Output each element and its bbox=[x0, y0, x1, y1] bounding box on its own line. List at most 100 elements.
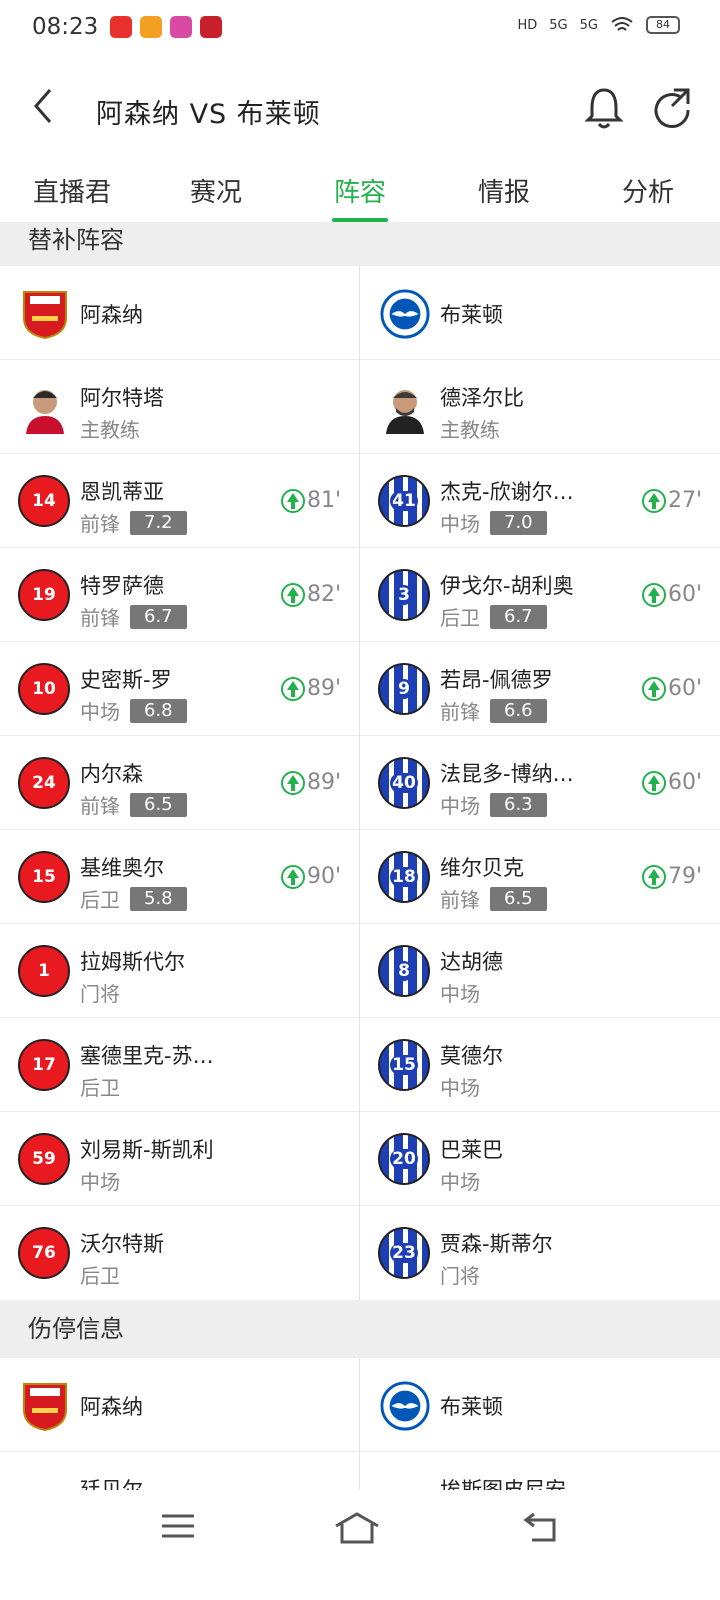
player-position: 中场 bbox=[440, 982, 480, 1006]
player-row[interactable]: 10 史密斯-罗 中场 6.8 89' bbox=[0, 642, 359, 736]
injuries-grid: 阿森纳 廷贝尔 布莱顿 埃斯图皮尼安 bbox=[0, 1358, 720, 1490]
player-name: 史密斯-罗 bbox=[80, 668, 172, 692]
away-column: 布莱顿 德泽尔比 主教练 41 杰克-欣谢尔… 中场 7.0 27' 3 伊戈尔-… bbox=[360, 266, 720, 1300]
jersey-icon: 9 bbox=[378, 663, 430, 715]
player-position: 门将 bbox=[80, 982, 120, 1006]
rating-badge: 5.8 bbox=[130, 886, 187, 911]
sub-minute: 89' bbox=[306, 676, 341, 701]
player-row[interactable]: 59 刘易斯-斯凯利 中场 bbox=[0, 1112, 359, 1206]
rating-badge: 7.0 bbox=[490, 510, 547, 535]
player-row[interactable]: 3 伊戈尔-胡利奥 后卫 6.7 60' bbox=[360, 548, 720, 642]
team-row-away[interactable]: 布莱顿 bbox=[360, 266, 720, 360]
sub-in-arrow-icon bbox=[641, 770, 666, 795]
player-name: 达胡德 bbox=[440, 950, 503, 974]
status-bar: 08:23 HD 5G 5G 84 bbox=[0, 0, 720, 58]
player-name: 杰克-欣谢尔… bbox=[440, 480, 574, 504]
signal-5g-icon: 5G bbox=[579, 17, 598, 33]
player-name: 维尔贝克 bbox=[440, 856, 524, 880]
bell-icon[interactable] bbox=[584, 86, 624, 130]
home-injury-column: 阿森纳 廷贝尔 bbox=[0, 1358, 360, 1490]
player-position: 后卫 bbox=[440, 606, 480, 630]
player-name: 特罗萨德 bbox=[80, 574, 164, 598]
rating-badge: 6.5 bbox=[130, 792, 187, 817]
team-name: 阿森纳 bbox=[80, 303, 143, 327]
player-row[interactable]: 15 莫德尔 中场 bbox=[360, 1018, 720, 1112]
home-icon[interactable] bbox=[332, 1510, 382, 1546]
signal-5g-icon: 5G bbox=[549, 17, 568, 33]
coach-role: 主教练 bbox=[80, 418, 140, 442]
player-position: 中场 bbox=[440, 794, 480, 818]
player-position: 后卫 bbox=[80, 1076, 120, 1100]
back-arrow-icon[interactable] bbox=[28, 84, 58, 128]
sub-minute: 90' bbox=[306, 864, 341, 889]
player-name: 伊戈尔-胡利奥 bbox=[440, 574, 574, 598]
team-row-away[interactable]: 布莱顿 bbox=[360, 1358, 720, 1452]
player-position: 中场 bbox=[440, 1076, 480, 1100]
jersey-icon: 8 bbox=[378, 945, 430, 997]
player-name: 塞德里克-苏… bbox=[80, 1044, 214, 1068]
player-row[interactable]: 18 维尔贝克 前锋 6.5 79' bbox=[360, 830, 720, 924]
player-position: 前锋 bbox=[80, 794, 120, 818]
status-time: 08:23 bbox=[32, 14, 99, 40]
player-row[interactable]: 9 若昂-佩德罗 前锋 6.6 60' bbox=[360, 642, 720, 736]
jersey-icon: 18 bbox=[378, 851, 430, 903]
sub-in-arrow-icon bbox=[280, 676, 305, 701]
player-name: 刘易斯-斯凯利 bbox=[80, 1138, 214, 1162]
player-row[interactable]: 40 法昆多-博纳… 中场 6.3 60' bbox=[360, 736, 720, 830]
injury-row[interactable]: 埃斯图皮尼安 bbox=[360, 1452, 720, 1490]
arsenal-crest-icon bbox=[23, 291, 67, 340]
tab-intel[interactable]: 情报 bbox=[432, 158, 576, 222]
player-row[interactable]: 24 内尔森 前锋 6.5 89' bbox=[0, 736, 359, 830]
player-row[interactable]: 19 特罗萨德 前锋 6.7 82' bbox=[0, 548, 359, 642]
brighton-crest-icon bbox=[380, 1381, 430, 1431]
player-name: 莫德尔 bbox=[440, 1044, 503, 1068]
jersey-icon: 10 bbox=[18, 663, 70, 715]
back-icon[interactable] bbox=[520, 1510, 560, 1544]
coach-row-away[interactable]: 德泽尔比 主教练 bbox=[360, 360, 720, 454]
jersey-icon: 40 bbox=[378, 757, 430, 809]
rating-badge: 6.8 bbox=[130, 698, 187, 723]
share-icon[interactable] bbox=[652, 86, 692, 130]
player-position: 中场 bbox=[80, 1170, 120, 1194]
tab-live[interactable]: 直播君 bbox=[0, 158, 144, 222]
player-row[interactable]: 23 贾森-斯蒂尔 门将 bbox=[360, 1206, 720, 1300]
jersey-icon: 19 bbox=[18, 569, 70, 621]
player-row[interactable]: 15 基维奥尔 后卫 5.8 90' bbox=[0, 830, 359, 924]
injury-row[interactable]: 廷贝尔 bbox=[0, 1452, 359, 1490]
system-nav-bar bbox=[0, 1490, 720, 1600]
player-row[interactable]: 20 巴莱巴 中场 bbox=[360, 1112, 720, 1206]
team-row-home[interactable]: 阿森纳 bbox=[0, 266, 359, 360]
player-row[interactable]: 8 达胡德 中场 bbox=[360, 924, 720, 1018]
tab-match[interactable]: 赛况 bbox=[144, 158, 288, 222]
player-row[interactable]: 76 沃尔特斯 后卫 bbox=[0, 1206, 359, 1300]
status-indicators: HD 5G 5G 84 bbox=[517, 16, 680, 34]
coach-row-home[interactable]: 阿尔特塔 主教练 bbox=[0, 360, 359, 454]
player-row[interactable]: 41 杰克-欣谢尔… 中场 7.0 27' bbox=[360, 454, 720, 548]
rating-badge: 6.5 bbox=[490, 886, 547, 911]
player-row[interactable]: 17 塞德里克-苏… 后卫 bbox=[0, 1018, 359, 1112]
notification-icons bbox=[110, 16, 222, 38]
brighton-crest-icon bbox=[380, 289, 430, 339]
menu-icon[interactable] bbox=[160, 1510, 196, 1542]
rating-badge: 6.7 bbox=[130, 604, 187, 629]
sub-minute: 81' bbox=[306, 488, 341, 513]
team-row-home[interactable]: 阿森纳 bbox=[0, 1358, 359, 1452]
player-row[interactable]: 1 拉姆斯代尔 门将 bbox=[0, 924, 359, 1018]
sub-minute: 79' bbox=[667, 864, 702, 889]
player-name: 贾森-斯蒂尔 bbox=[440, 1232, 553, 1256]
jersey-icon: 59 bbox=[18, 1133, 70, 1185]
player-row[interactable]: 14 恩凯蒂亚 前锋 7.2 81' bbox=[0, 454, 359, 548]
jersey-icon: 76 bbox=[18, 1227, 70, 1279]
content-scroll[interactable]: 替补阵容 阿森纳 阿尔特塔 主教练 14 恩凯蒂亚 前锋 7.2 81' 19 特… bbox=[0, 222, 720, 1490]
wifi-icon bbox=[611, 17, 633, 31]
jersey-icon: 20 bbox=[378, 1133, 430, 1185]
player-position: 前锋 bbox=[440, 700, 480, 724]
player-name: 埃斯图皮尼安 bbox=[440, 1478, 566, 1490]
rating-badge: 6.7 bbox=[490, 604, 547, 629]
subs-grid: 阿森纳 阿尔特塔 主教练 14 恩凯蒂亚 前锋 7.2 81' 19 特罗萨德 前… bbox=[0, 266, 720, 1300]
tab-lineup[interactable]: 阵容 bbox=[288, 158, 432, 222]
tab-analysis[interactable]: 分析 bbox=[576, 158, 720, 222]
jersey-icon: 17 bbox=[18, 1039, 70, 1091]
section-subs-title: 替补阵容 bbox=[0, 222, 720, 266]
tab-bar: 直播君 赛况 阵容 情报 分析 bbox=[0, 158, 720, 222]
